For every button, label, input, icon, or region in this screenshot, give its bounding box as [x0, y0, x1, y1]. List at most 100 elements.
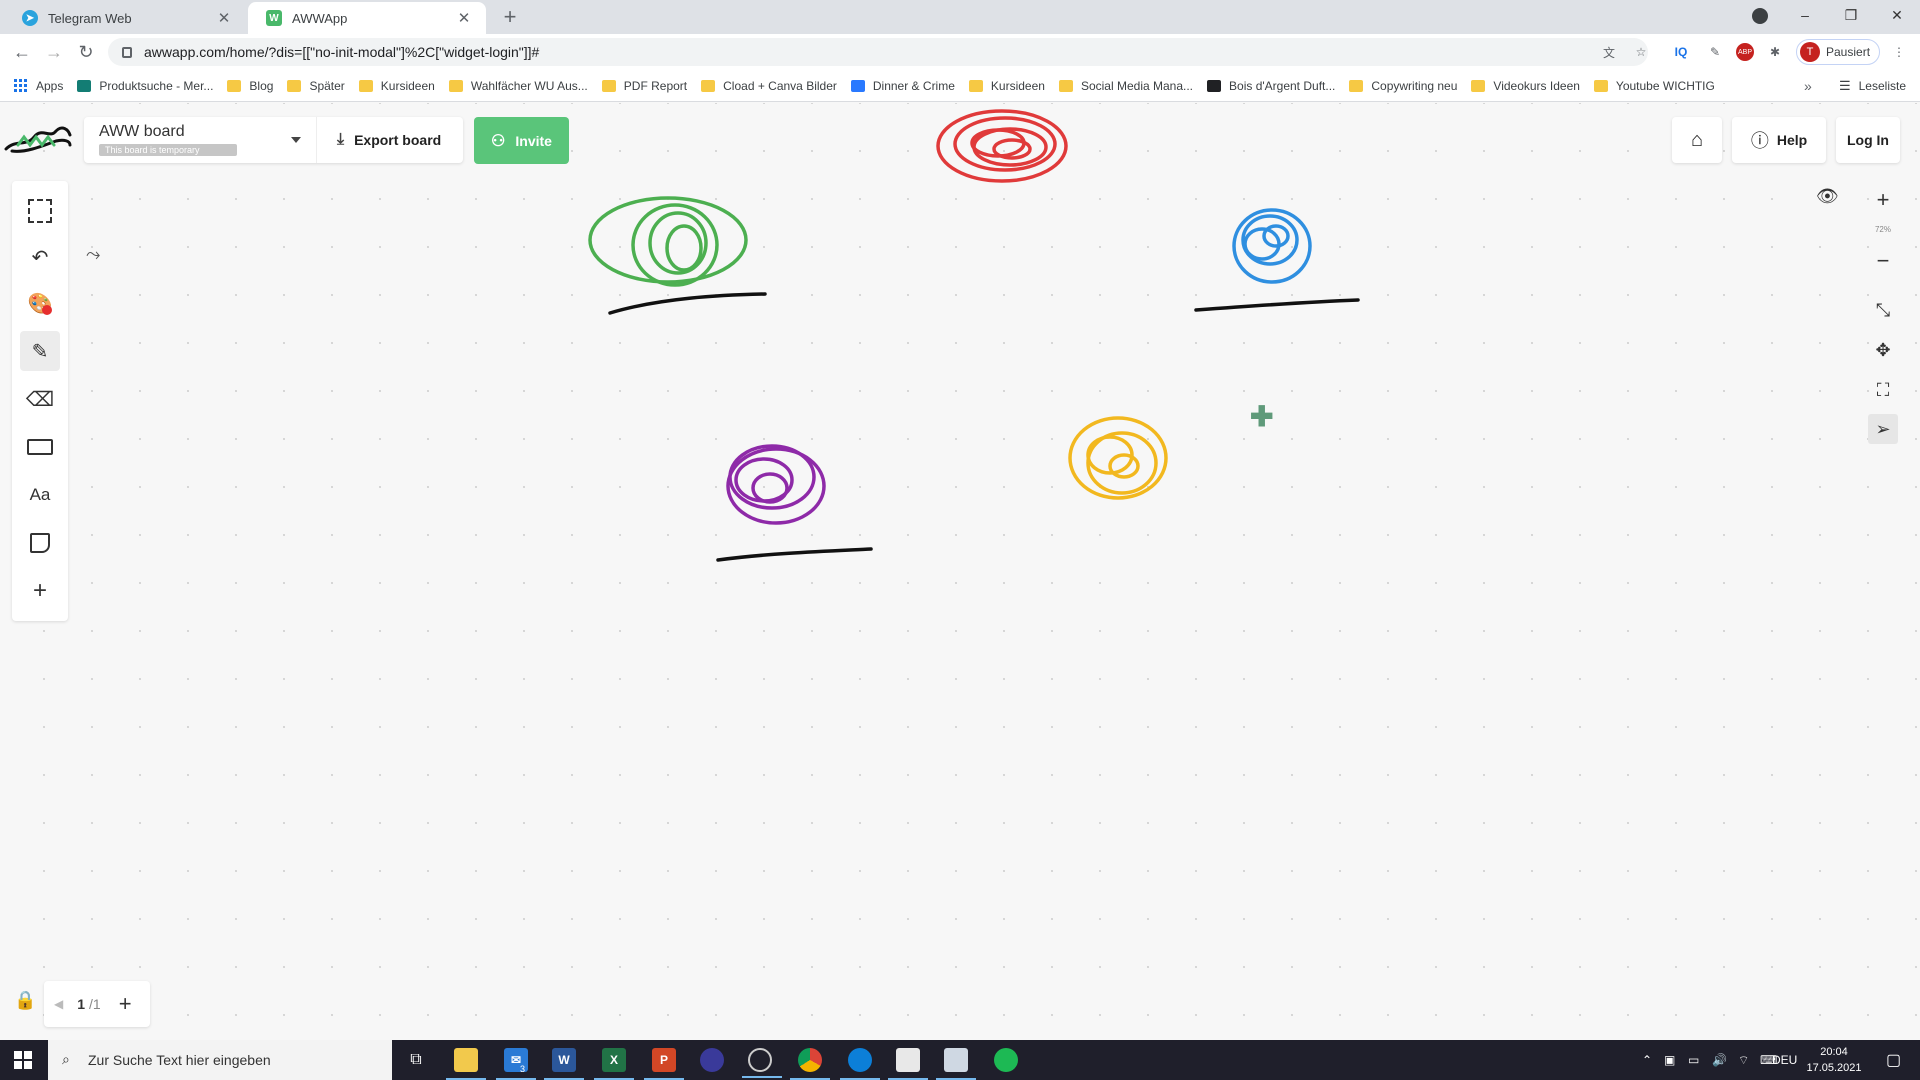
bookmark-label: Cload + Canva Bilder	[723, 78, 837, 93]
iq-extension-icon[interactable]: IQ	[1672, 43, 1690, 61]
zoom-out-button[interactable]: −	[1868, 246, 1898, 276]
adblock-icon[interactable]: ABP	[1736, 43, 1754, 61]
folder-icon	[227, 79, 242, 92]
lock-icon[interactable]: 🔒	[14, 990, 36, 1011]
board-name[interactable]: AWW board	[99, 123, 185, 141]
export-board-button[interactable]: ⤓ Export board	[316, 117, 463, 163]
tray-app-icon[interactable]: ▣	[1664, 1040, 1675, 1080]
shape-tool[interactable]	[20, 427, 60, 467]
bookmark-star-icon[interactable]: ☆	[1632, 43, 1650, 61]
bookmark-item[interactable]: Bois d'Argent Duft...	[1207, 79, 1335, 93]
new-tab-button[interactable]: +	[498, 6, 522, 28]
active-color-dot	[42, 305, 52, 315]
redo-icon[interactable]: ⤳	[86, 244, 100, 265]
reload-icon[interactable]: ↻	[74, 40, 98, 64]
eye-icon[interactable]: 👁	[1816, 186, 1839, 207]
bookmark-item[interactable]: Dinner & Crime	[850, 78, 955, 93]
bookmark-item[interactable]: Kursideen	[358, 79, 435, 93]
select-tool[interactable]	[20, 191, 60, 231]
undo-button[interactable]: ↶	[20, 237, 60, 277]
app-icon[interactable]	[700, 1048, 724, 1072]
bookmark-item[interactable]: Blog	[227, 79, 273, 93]
edge-icon[interactable]	[840, 1048, 880, 1080]
bookmark-item[interactable]: Kursideen	[968, 79, 1045, 93]
focus-button[interactable]: ⛶	[1868, 375, 1898, 405]
tab-search-icon[interactable]	[1752, 8, 1768, 24]
home-button[interactable]: ⌂	[1672, 117, 1722, 163]
language-indicator[interactable]: DEU	[1772, 1040, 1797, 1080]
puzzle-extensions-icon[interactable]: ✱	[1766, 43, 1784, 61]
back-icon[interactable]: ←	[10, 40, 34, 64]
zoom-in-button[interactable]: +	[1868, 185, 1898, 215]
extension-icon[interactable]: ✎	[1706, 43, 1724, 61]
fit-to-screen-button[interactable]: ⤡	[1868, 295, 1898, 325]
pencil-tool[interactable]: ✎	[20, 331, 60, 371]
chevron-down-icon[interactable]	[291, 137, 301, 143]
plus-icon: +	[32, 577, 47, 604]
notifications-icon[interactable]: ▢	[1886, 1040, 1901, 1080]
bookmark-item[interactable]: Wahlfächer WU Aus...	[448, 79, 588, 93]
purple-scribble	[726, 444, 826, 525]
add-page-button[interactable]: +	[119, 991, 132, 1017]
help-label: Help	[1776, 132, 1808, 148]
notepad-icon[interactable]	[936, 1048, 976, 1080]
excel-icon[interactable]: X	[594, 1048, 634, 1080]
bookmark-item[interactable]: Youtube WICHTIG	[1593, 79, 1715, 93]
restore-button[interactable]: ❐	[1828, 0, 1874, 30]
taskbar-search-input[interactable]: ⌕ Zur Suche Text hier eingeben	[48, 1040, 392, 1080]
translate-icon[interactable]: 文	[1600, 43, 1618, 61]
browser-menu-icon[interactable]: ⋮	[1890, 43, 1908, 61]
add-tool-button[interactable]: +	[20, 571, 60, 611]
close-tab-icon[interactable]: ✕	[216, 9, 232, 27]
bookmark-item[interactable]: Apps	[14, 78, 63, 93]
wifi-icon[interactable]: ⌔	[1738, 1040, 1749, 1080]
export-label: Export board	[354, 132, 442, 148]
color-picker-tool[interactable]: 🎨	[20, 283, 60, 323]
task-view-icon[interactable]: ⧉	[404, 1048, 428, 1072]
close-tab-icon[interactable]: ✕	[456, 9, 472, 27]
powerpoint-icon[interactable]: P	[644, 1048, 684, 1080]
bookmark-label: Dinner & Crime	[872, 78, 955, 93]
text-tool[interactable]: Aa	[20, 475, 60, 515]
bookmark-item[interactable]: Cload + Canva Bilder	[701, 79, 837, 93]
minimize-button[interactable]: –	[1782, 0, 1828, 30]
previous-page-icon[interactable]: ◀	[54, 997, 63, 1011]
tab-awwapp[interactable]: W AWWApp ✕	[248, 2, 486, 34]
sticky-note-icon	[30, 533, 50, 553]
reading-list-button[interactable]: ☰ Leseliste	[1839, 70, 1906, 102]
bookmark-item[interactable]: Copywriting neu	[1349, 79, 1457, 93]
pan-button[interactable]: ✥	[1868, 335, 1898, 365]
app-window-icon[interactable]	[888, 1048, 928, 1080]
word-icon[interactable]: W	[544, 1048, 584, 1080]
login-button[interactable]: Log In	[1836, 117, 1900, 163]
meet-now-icon[interactable]: ▭	[1688, 1040, 1699, 1080]
laser-pointer-button[interactable]: ➢	[1868, 414, 1898, 444]
windows-start-icon[interactable]	[14, 1051, 32, 1069]
awwapp-logo[interactable]	[4, 117, 72, 159]
tray-overflow-icon[interactable]: ⌃	[1642, 1040, 1652, 1080]
eraser-tool[interactable]: ⌫	[20, 379, 60, 419]
invite-button[interactable]: ⚇ Invite	[474, 117, 569, 164]
forward-icon[interactable]: →	[42, 40, 66, 64]
tab-telegram-web[interactable]: ➤ Telegram Web ✕	[4, 2, 246, 34]
volume-icon[interactable]: 🔊	[1712, 1040, 1727, 1080]
obs-icon[interactable]	[742, 1048, 782, 1078]
profile-button[interactable]: T Pausiert	[1796, 39, 1880, 65]
close-window-button[interactable]: ✕	[1874, 0, 1920, 30]
bookmark-item[interactable]: Videokurs Ideen	[1471, 79, 1580, 93]
whiteboard-canvas[interactable]	[0, 103, 1920, 1040]
tab-title: AWWApp	[292, 10, 348, 26]
url-field[interactable]: awwapp.com/home/?dis=[["no-init-modal"]%…	[108, 38, 1648, 66]
spotify-icon[interactable]	[994, 1048, 1018, 1072]
taskbar-clock[interactable]: 20:04 17.05.2021	[1802, 1044, 1866, 1076]
bookmark-item[interactable]: Später	[287, 79, 345, 93]
chrome-icon[interactable]	[790, 1048, 830, 1080]
bookmark-item[interactable]: Social Media Mana...	[1058, 79, 1193, 93]
help-button[interactable]: ⓘ Help	[1732, 117, 1826, 163]
file-explorer-icon[interactable]	[446, 1048, 486, 1080]
bookmark-item[interactable]: PDF Report	[601, 79, 687, 93]
mail-badge: 3	[520, 1064, 526, 1074]
bookmark-item[interactable]: Produktsuche - Mer...	[77, 79, 213, 93]
sticky-note-tool[interactable]	[20, 523, 60, 563]
bookmarks-overflow-icon[interactable]: »	[1804, 78, 1812, 94]
